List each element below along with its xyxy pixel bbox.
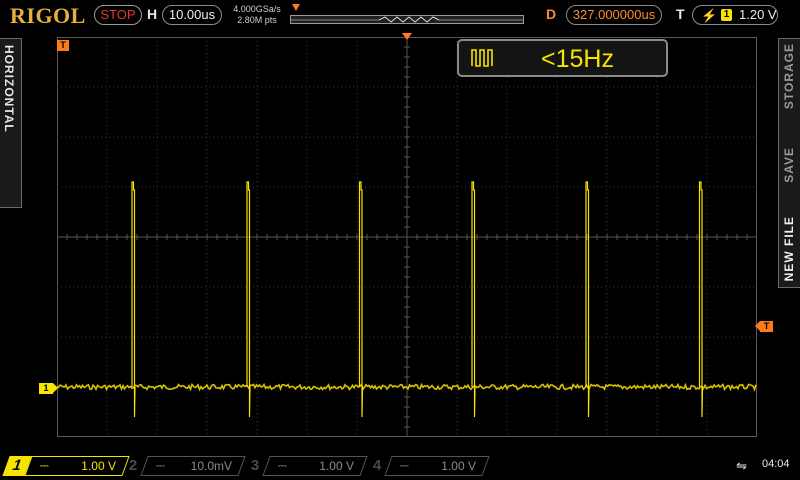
- channel-3-scale: 1.00 V: [319, 459, 354, 473]
- delay-label: D: [546, 6, 557, 22]
- ch1-pulse: [698, 181, 704, 418]
- channel-2-scale: 10.0mV: [190, 459, 232, 473]
- trigger-label: T: [676, 6, 685, 22]
- ch1-pulse: [471, 181, 476, 418]
- ch1-offset-marker[interactable]: 1: [39, 383, 58, 394]
- horizontal-tab[interactable]: HORIZONTAL: [0, 38, 22, 208]
- trigger-position-marker[interactable]: T: [57, 40, 69, 51]
- system-clock: 04:04: [762, 458, 790, 470]
- trigger-position-arrow: [402, 33, 412, 40]
- trigger-settings[interactable]: ⚡ 1 1.20 V: [692, 5, 778, 25]
- sample-rate: 4.000GSa/s: [233, 4, 281, 14]
- horizontal-label: H: [147, 6, 158, 22]
- save-label[interactable]: SAVE: [782, 147, 796, 183]
- dc-coupling-icon: ⎓: [400, 460, 409, 472]
- trigger-level: 1.20 V: [739, 7, 777, 22]
- dc-coupling-icon: ⎓: [156, 460, 165, 472]
- channel-bar: 1 ⎓ 1.00 V 2 ⎓ 10.0mV 3 ⎓ 1.00 V 4 ⎓ 1.0…: [0, 452, 800, 480]
- dc-coupling-icon: ⎓: [278, 460, 287, 472]
- square-wave-icon: [471, 49, 493, 67]
- sample-info: 4.000GSa/s 2.80M pts: [230, 4, 284, 26]
- dc-coupling-icon: ⎓: [40, 460, 49, 472]
- memory-overview-bar[interactable]: [290, 15, 524, 24]
- memory-depth: 2.80M pts: [237, 15, 277, 25]
- new-file-label[interactable]: NEW FILE: [782, 216, 796, 281]
- ch1-pulse: [246, 181, 251, 418]
- channel-1-scale: 1.00 V: [81, 459, 116, 473]
- rising-edge-icon: ⚡: [701, 8, 718, 23]
- delay-value[interactable]: 327.000000us: [566, 5, 662, 25]
- ch1-pulse: [358, 181, 364, 418]
- run-stop-indicator[interactable]: STOP: [94, 5, 142, 25]
- ch1-pulse: [585, 181, 590, 418]
- memory-position-marker: [292, 4, 300, 11]
- trigger-source-badge: 1: [721, 9, 732, 21]
- brand-logo: RIGOL: [10, 3, 86, 28]
- channel-4-scale: 1.00 V: [441, 459, 476, 473]
- usb-icon: ⇋: [736, 458, 747, 473]
- ch1-pulse: [131, 181, 136, 418]
- top-status-bar: RIGOL STOP H 10.00us 4.000GSa/s 2.80M pt…: [0, 0, 800, 30]
- timebase-value[interactable]: 10.00us: [162, 5, 222, 25]
- horizontal-tab-label: HORIZONTAL: [2, 45, 16, 133]
- storage-label[interactable]: STORAGE: [782, 43, 796, 109]
- frequency-value: <15Hz: [541, 45, 614, 73]
- trigger-level-marker[interactable]: T: [755, 321, 773, 332]
- waveform-grid[interactable]: [57, 37, 757, 437]
- storage-menu-tab[interactable]: NEW FILE SAVE STORAGE: [778, 38, 800, 288]
- frequency-counter: <15Hz: [457, 39, 668, 77]
